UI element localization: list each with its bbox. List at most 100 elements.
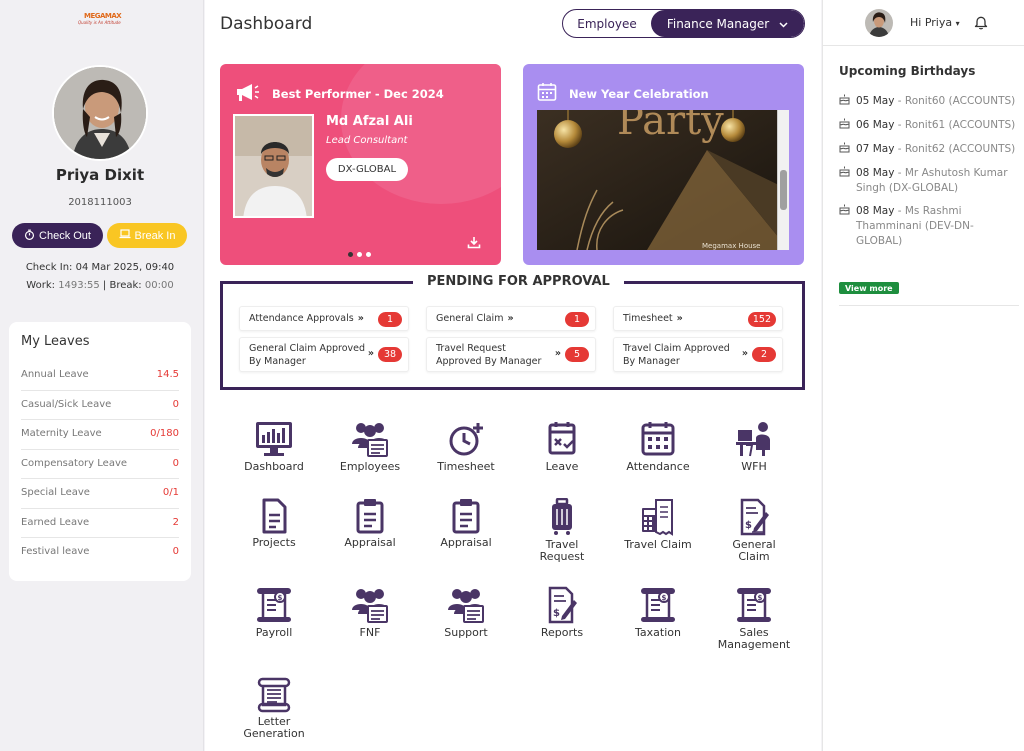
double-chevron-icon: » [367, 348, 374, 359]
app-travel-claim[interactable]: Travel Claim [614, 498, 702, 551]
pending-approval-panel: PENDING FOR APPROVAL Attendance Approval… [220, 274, 805, 390]
pending-label-line: By Manager [249, 355, 306, 367]
performer-role: Lead Consultant [326, 135, 408, 146]
celebration-title: New Year Celebration [569, 86, 709, 101]
double-chevron-icon: » [507, 313, 514, 324]
pending-label: Travel Claim Approved By Manager [623, 342, 730, 368]
leave-row-annual[interactable]: Annual Leave 14.5 [21, 361, 179, 391]
role-employee-tab[interactable]: Employee [563, 10, 651, 37]
pending-general-claim[interactable]: General Claim » 1 [426, 306, 596, 331]
double-chevron-icon: » [741, 348, 748, 359]
report-pen-icon: $ [518, 586, 606, 624]
app-wfh[interactable]: WFH [710, 420, 798, 473]
pending-attendance-approvals[interactable]: Attendance Approvals » 1 [239, 306, 409, 331]
app-taxation[interactable]: $ Taxation [614, 586, 702, 639]
app-reports[interactable]: $ Reports [518, 586, 606, 639]
app-fnf[interactable]: FNF [326, 586, 414, 639]
app-appraisal-2[interactable]: Appraisal [422, 498, 510, 549]
app-employees[interactable]: Employees [326, 420, 414, 473]
leave-row-earned[interactable]: Earned Leave 2 [21, 509, 179, 538]
birthday-date: 08 May [856, 167, 895, 179]
profile-avatar [52, 65, 148, 161]
best-performer-header: Best Performer - Dec 2024 [234, 82, 444, 105]
svg-text:$: $ [553, 608, 560, 619]
scrollbar-thumb[interactable] [780, 170, 787, 210]
check-out-button[interactable]: Check Out [12, 223, 103, 248]
employees-icon [326, 586, 414, 624]
leave-row-special[interactable]: Special Leave 0/1 [21, 479, 179, 509]
attendance-icon [614, 420, 702, 458]
app-sales-management[interactable]: $ Sales Management [710, 586, 798, 651]
pending-travel-claim-approved[interactable]: Travel Claim Approved By Manager » 2 [613, 337, 783, 372]
carousel-dot[interactable] [357, 252, 362, 257]
greeting: Hi Priya [910, 16, 953, 29]
download-icon[interactable] [467, 234, 481, 253]
birthday-date: 07 May [856, 143, 895, 155]
app-travel-request[interactable]: Travel Request [518, 498, 606, 563]
pending-label: General Claim [436, 313, 504, 324]
app-attendance[interactable]: Attendance [614, 420, 702, 473]
app-letter-generation[interactable]: Letter Generation [230, 675, 318, 740]
view-more-button[interactable]: View more [839, 282, 899, 294]
pending-label-line: Approved By Manager [436, 355, 542, 367]
pending-count-badge: 38 [378, 347, 402, 362]
leave-value: 14.5 [156, 369, 179, 380]
bell-icon[interactable] [974, 15, 988, 34]
app-label: Payroll [255, 626, 293, 639]
role-finance-manager-dropdown[interactable]: Finance Manager [651, 10, 804, 37]
best-performer-card: Best Performer - Dec 2024 Md Afzal Ali L… [220, 64, 501, 265]
user-menu-dropdown[interactable]: Hi Priya ▾ [910, 16, 960, 29]
leave-row-festival[interactable]: Festival leave 0 [21, 538, 179, 568]
performer-name: Md Afzal Ali [326, 114, 413, 129]
leave-value: 0 [172, 546, 179, 557]
company-logo[interactable]: MEGAMAX Quality is An Attitude [78, 12, 122, 25]
leave-label: Casual/Sick Leave [21, 398, 112, 410]
birthday-person: - Ronit60 (ACCOUNTS) [897, 95, 1016, 107]
app-support[interactable]: Support [422, 586, 510, 639]
letter-scroll-icon [230, 675, 318, 713]
main-content: Dashboard Employee Finance Manager Best … [205, 0, 821, 751]
carousel-dot[interactable] [348, 252, 353, 257]
app-label: Support [444, 626, 488, 639]
stopwatch-icon [24, 229, 35, 243]
avatar[interactable] [865, 9, 893, 37]
cake-icon [839, 142, 850, 158]
app-appraisal[interactable]: Appraisal [326, 498, 414, 549]
pending-travel-request-approved[interactable]: Travel Request Approved By Manager » 5 [426, 337, 596, 372]
app-dashboard[interactable]: Dashboard [230, 420, 318, 473]
list-item: 06 May - Ronit61 (ACCOUNTS) [839, 118, 1019, 134]
app-timesheet[interactable]: Timesheet [422, 420, 510, 473]
pending-count-badge: 2 [752, 347, 776, 362]
leave-row-maternity[interactable]: Maternity Leave 0/180 [21, 420, 179, 450]
pending-count-badge: 152 [747, 312, 776, 327]
break-in-label: Break In [134, 229, 176, 242]
divider [839, 305, 1019, 306]
app-payroll[interactable]: $ Payroll [230, 586, 318, 639]
app-leave[interactable]: Leave [518, 420, 606, 473]
pending-timesheet[interactable]: Timesheet » 152 [613, 306, 783, 331]
cake-icon [839, 118, 850, 134]
party-text: Party [617, 110, 724, 144]
celebration-header: New Year Celebration [537, 82, 709, 105]
chevron-down-icon [779, 17, 788, 31]
break-in-button[interactable]: Break In [107, 223, 187, 248]
image-scrollbar[interactable] [777, 110, 789, 250]
leave-row-casual-sick[interactable]: Casual/Sick Leave 0 [21, 391, 179, 420]
my-leaves-panel: My Leaves Annual Leave 14.5 Casual/Sick L… [9, 322, 191, 581]
app-label: Taxation [635, 626, 681, 639]
app-label: Appraisal [344, 536, 396, 549]
luggage-icon [518, 498, 606, 536]
leave-row-compensatory[interactable]: Compensatory Leave 0 [21, 450, 179, 479]
caret-down-icon: ▾ [955, 19, 960, 28]
app-general-claim[interactable]: $ General Claim [710, 498, 798, 563]
clipboard-icon [326, 498, 414, 534]
pending-label-line: Travel Request [436, 342, 506, 354]
performer-photo [233, 114, 314, 218]
app-projects[interactable]: Projects [230, 498, 318, 549]
scroll-money-icon: $ [614, 586, 702, 624]
leave-value: 2 [172, 516, 179, 528]
carousel-dots [348, 252, 371, 257]
carousel-dot[interactable] [366, 252, 371, 257]
app-label: Travel Request [539, 538, 585, 563]
pending-general-claim-approved[interactable]: General Claim Approved By Manager » 38 [239, 337, 409, 372]
